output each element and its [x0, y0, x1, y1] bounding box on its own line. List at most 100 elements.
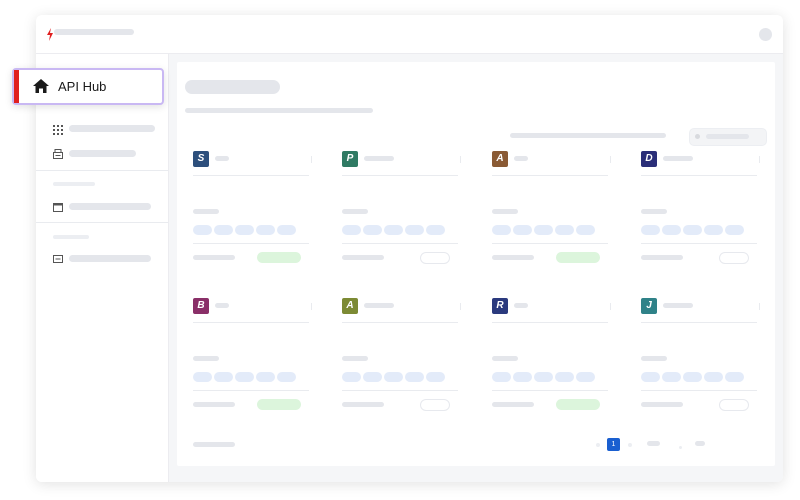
- pagination-dot[interactable]: [628, 443, 632, 447]
- sidebar-item-label[interactable]: [69, 125, 155, 132]
- tag-chip: [513, 372, 532, 382]
- page-number: 1: [611, 441, 616, 448]
- tag-chip: [193, 225, 212, 235]
- tag-chip: [492, 372, 511, 382]
- sidebar-item-label[interactable]: [69, 255, 151, 262]
- tag-chip: [534, 372, 553, 382]
- active-indicator: [14, 70, 19, 103]
- api-letter-badge: S: [193, 151, 209, 167]
- api-card[interactable]: A: [342, 298, 470, 428]
- user-avatar[interactable]: [759, 28, 772, 41]
- pagination-page[interactable]: [695, 441, 705, 446]
- api-name-placeholder: [364, 303, 394, 308]
- tag-chip: [363, 225, 382, 235]
- api-card[interactable]: J: [641, 298, 769, 428]
- tag-chip: [256, 372, 275, 382]
- card-divider: [342, 322, 458, 323]
- top-bar: [36, 15, 783, 54]
- status-badge: [257, 399, 301, 410]
- api-description-placeholder: [492, 356, 518, 361]
- api-letter-badge: J: [641, 298, 657, 314]
- header-divider: [610, 156, 611, 163]
- pagination-ellipsis: [679, 446, 682, 449]
- card-divider: [342, 390, 458, 391]
- grid-icon: [53, 125, 63, 135]
- sidebar-divider: [36, 170, 168, 171]
- tag-chip: [214, 372, 233, 382]
- api-description-placeholder: [492, 209, 518, 214]
- tag-chip: [555, 372, 574, 382]
- api-description-placeholder: [342, 209, 368, 214]
- tag-chip: [704, 225, 723, 235]
- tag-chip: [662, 372, 681, 382]
- nav-item-api-hub[interactable]: API Hub: [12, 68, 164, 105]
- nav-item-label: API Hub: [58, 79, 107, 94]
- content-panel: S P A D B A R J 1: [177, 62, 775, 466]
- api-name-placeholder: [663, 303, 693, 308]
- filter-text-placeholder: [510, 133, 666, 138]
- header-divider: [311, 156, 312, 163]
- header-divider: [759, 156, 760, 163]
- pagination-prev[interactable]: [596, 443, 600, 447]
- page-title-placeholder: [185, 80, 280, 94]
- api-letter-badge: D: [641, 151, 657, 167]
- tag-chip: [641, 225, 660, 235]
- search-icon: [695, 134, 700, 139]
- api-card[interactable]: R: [492, 298, 620, 428]
- results-count-placeholder: [193, 442, 235, 447]
- card-divider: [641, 243, 757, 244]
- api-letter-badge: B: [193, 298, 209, 314]
- api-meta-placeholder: [492, 255, 534, 260]
- api-description-placeholder: [193, 356, 219, 361]
- calendar-icon: [53, 203, 63, 212]
- status-badge: [719, 252, 749, 264]
- tag-chip: [662, 225, 681, 235]
- card-divider: [193, 390, 309, 391]
- card-divider: [342, 243, 458, 244]
- tag-chip: [576, 225, 595, 235]
- api-card[interactable]: D: [641, 151, 769, 281]
- card-divider: [492, 322, 608, 323]
- sidebar-item-label[interactable]: [69, 203, 151, 210]
- pagination-current[interactable]: 1: [607, 438, 620, 451]
- tag-chip: [492, 225, 511, 235]
- tag-chip: [704, 372, 723, 382]
- status-badge: [420, 399, 450, 411]
- printer-icon: [53, 149, 63, 159]
- card-divider: [193, 175, 309, 176]
- bolt-logo-icon: [47, 28, 53, 41]
- api-meta-placeholder: [641, 255, 683, 260]
- api-letter-badge: P: [342, 151, 358, 167]
- card-divider: [492, 243, 608, 244]
- pagination-page[interactable]: [647, 441, 660, 446]
- api-description-placeholder: [641, 356, 667, 361]
- tag-chip: [641, 372, 660, 382]
- tag-chip: [363, 372, 382, 382]
- card-divider: [641, 390, 757, 391]
- api-name-placeholder: [215, 156, 229, 161]
- card-divider: [342, 175, 458, 176]
- api-meta-placeholder: [193, 402, 235, 407]
- header-divider: [311, 303, 312, 310]
- sidebar-item-label[interactable]: [69, 150, 136, 157]
- card-divider: [641, 175, 757, 176]
- sidebar-section-heading: [53, 182, 95, 186]
- api-card[interactable]: B: [193, 298, 321, 428]
- header-divider: [610, 303, 611, 310]
- tag-chip: [342, 225, 361, 235]
- status-badge: [420, 252, 450, 264]
- tag-chip: [426, 372, 445, 382]
- api-letter-badge: A: [492, 151, 508, 167]
- api-card[interactable]: P: [342, 151, 470, 281]
- api-description-placeholder: [342, 356, 368, 361]
- tag-chip: [725, 225, 744, 235]
- card-divider: [193, 243, 309, 244]
- tag-chip: [513, 225, 532, 235]
- api-card[interactable]: S: [193, 151, 321, 281]
- api-card[interactable]: A: [492, 151, 620, 281]
- status-badge: [257, 252, 301, 263]
- api-name-placeholder: [663, 156, 693, 161]
- sidebar: [36, 54, 169, 482]
- tag-chip: [384, 225, 403, 235]
- api-meta-placeholder: [342, 402, 384, 407]
